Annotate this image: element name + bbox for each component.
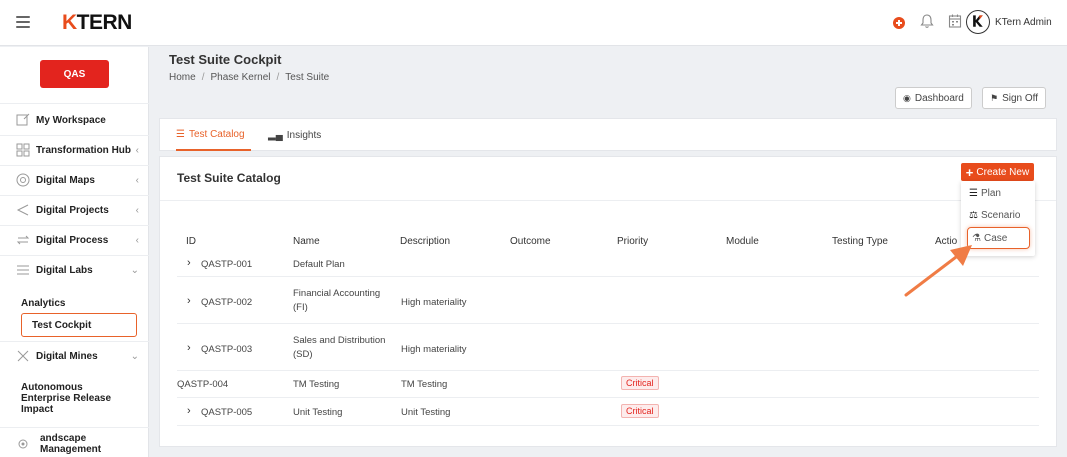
sidebar-item-digital-mines[interactable]: Digital Mines ⌄ [0,341,149,371]
annotation-arrow-icon [904,245,972,297]
column-header-testing-type[interactable]: Testing Type [832,236,888,247]
gear-icon [18,439,28,449]
top-bar: KTERN KTern Admin [0,0,1067,46]
breadcrumb-test-suite: Test Suite [285,72,330,83]
chevron-left-icon: ‹ [135,144,139,156]
column-header-outcome[interactable]: Outcome [510,236,551,247]
sidebar-item-digital-labs[interactable]: Digital Labs ⌄ [0,255,149,285]
priority-badge: Critical [621,404,659,418]
create-new-button[interactable]: + Create New [961,163,1034,181]
chevron-down-icon: ⌄ [130,350,139,362]
breadcrumb-home[interactable]: Home [169,72,196,83]
ktern-logo[interactable]: KTERN [62,11,132,35]
grid-icon [16,143,30,157]
sidebar-divider [0,427,149,428]
list-icon: ☰ [176,128,185,140]
k-avatar-icon [973,15,983,27]
column-header-id[interactable]: ID [186,236,196,247]
list-icon: ☰ [969,188,978,199]
workspace-icon [16,113,30,126]
sidebar-subitem-analytics[interactable]: Analytics [21,298,65,309]
column-header-description[interactable]: Description [400,236,450,247]
process-icon [16,235,30,245]
tab-insights[interactable]: ▂▄ Insights [268,119,321,151]
breadcrumb-phase-kernel[interactable]: Phase Kernel [210,72,270,83]
dropdown-item-scenario[interactable]: ⚖ Scenario [969,210,1020,221]
user-name[interactable]: KTern Admin [995,17,1052,28]
sidebar-item-transformation-hub[interactable]: Transformation Hub ‹ [0,135,149,165]
table-row[interactable]: › QASTP-005 Unit Testing Unit Testing Cr… [177,399,1039,426]
sidebar-divider [0,103,149,104]
bell-icon[interactable] [920,13,934,29]
calendar-icon[interactable] [948,13,962,29]
sidebar: QAS My Workspace Transformation Hub ‹ Di… [0,47,149,457]
chevron-right-icon[interactable]: › [187,257,191,269]
sidebar-item-digital-projects[interactable]: Digital Projects ‹ [0,195,149,225]
tab-test-catalog[interactable]: ☰ Test Catalog [176,119,251,151]
page-title: Test Suite Cockpit [169,52,282,67]
table-row[interactable]: QASTP-004 TM Testing TM Testing Critical [177,372,1039,398]
sidebar-subitem-test-cockpit[interactable]: Test Cockpit [21,313,137,337]
user-avatar[interactable] [966,10,990,34]
column-header-priority[interactable]: Priority [617,236,648,247]
chevron-right-icon[interactable]: › [187,342,191,354]
list-icon [17,265,29,275]
add-icon[interactable] [893,17,905,29]
flag-icon: ⚑ [990,92,999,103]
breadcrumb: Home / Phase Kernel / Test Suite [169,72,330,83]
dashboard-icon: ◉ [903,92,911,103]
sidebar-item-digital-process[interactable]: Digital Process ‹ [0,225,149,255]
chevron-right-icon[interactable]: › [187,405,191,417]
chevron-down-icon: ⌄ [130,264,139,276]
environment-badge[interactable]: QAS [40,60,109,88]
test-suite-catalog-card: Test Suite Catalog + Create New ID Name D… [159,156,1057,447]
chevron-left-icon: ‹ [135,204,139,216]
map-icon [16,173,30,187]
bar-chart-icon: ▂▄ [268,129,283,141]
chevron-left-icon: ‹ [135,174,139,186]
tab-bar: ☰ Test Catalog ▂▄ Insights [159,118,1057,151]
chevron-right-icon[interactable]: › [187,295,191,307]
mines-icon [17,350,29,362]
table-row[interactable]: › QASTP-003 Sales and Distribution (SD) … [177,325,1039,371]
plus-icon: + [965,164,974,180]
chevron-left-icon: ‹ [135,234,139,246]
send-icon [16,204,29,216]
dashboard-button[interactable]: ◉ Dashboard [895,87,972,109]
sidebar-subitem-aeri[interactable]: Autonomous Enterprise Release Impact [21,382,133,415]
sidebar-item-landscape-management[interactable]: andscape Management [0,429,149,457]
sidebar-item-my-workspace[interactable]: My Workspace [0,105,149,135]
priority-badge: Critical [621,376,659,390]
card-title: Test Suite Catalog [177,171,281,185]
sidebar-item-digital-maps[interactable]: Digital Maps ‹ [0,165,149,195]
dropdown-item-plan[interactable]: ☰ Plan [969,188,1001,199]
hamburger-menu-icon[interactable] [16,16,30,28]
column-header-name[interactable]: Name [293,236,320,247]
sign-off-button[interactable]: ⚑ Sign Off [982,87,1047,109]
column-header-module[interactable]: Module [726,236,759,247]
microscope-icon: ⚖ [969,210,978,221]
